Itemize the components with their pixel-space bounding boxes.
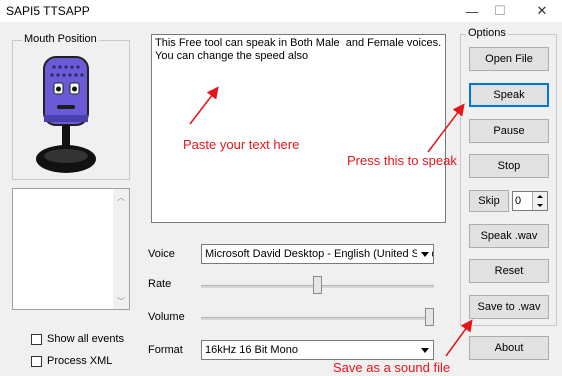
voice-label: Voice [148, 248, 175, 260]
skip-button[interactable]: Skip [469, 190, 509, 212]
close-button[interactable]: ✕ [524, 0, 560, 22]
reset-button[interactable]: Reset [469, 259, 549, 283]
volume-slider-thumb[interactable] [425, 308, 434, 326]
scroll-down-icon[interactable]: ﹀ [117, 296, 125, 307]
process-xml-label: Process XML [47, 355, 113, 367]
events-scrollbar[interactable] [113, 189, 129, 309]
options-label: Options [466, 27, 508, 39]
show-all-events-checkbox[interactable] [31, 334, 42, 345]
about-button[interactable]: About [469, 336, 549, 360]
microphone-character-icon [36, 56, 96, 173]
window-title: SAPI5 TTSAPP [6, 4, 90, 18]
stop-button[interactable]: Stop [469, 154, 549, 178]
annotation-paste-text: Paste your text here [183, 137, 300, 152]
save-to-wav-button[interactable]: Save to .wav [469, 295, 549, 319]
rate-label: Rate [148, 278, 172, 290]
format-label: Format [148, 344, 183, 356]
skip-count-input[interactable]: 0 [512, 191, 548, 211]
process-xml-checkbox[interactable] [31, 356, 42, 367]
voice-selected-value: Microsoft David Desktop - English (Unite… [205, 248, 434, 260]
format-selected-value: 16kHz 16 Bit Mono [205, 344, 298, 356]
maximize-button[interactable]: ☐ [482, 0, 518, 22]
spin-up-icon[interactable] [532, 192, 547, 201]
arrow-to-save-button [445, 319, 473, 357]
volume-slider-track[interactable] [201, 317, 434, 320]
format-select[interactable]: 16kHz 16 Bit Mono [201, 340, 434, 360]
scroll-up-icon[interactable]: ︿ [117, 192, 125, 203]
chevron-down-icon[interactable] [417, 246, 432, 262]
mouth-position-label: Mouth Position [22, 33, 99, 45]
text-input-area[interactable]: This Free tool can speak in Both Male an… [151, 34, 446, 223]
rate-slider-thumb[interactable] [313, 276, 322, 294]
spin-down-icon[interactable] [532, 201, 547, 210]
annotation-save-sound: Save as a sound file [333, 360, 451, 375]
show-all-events-label: Show all events [47, 333, 125, 345]
annotation-press-speak: Press this to speak [347, 153, 457, 168]
skip-count-value: 0 [515, 195, 522, 207]
speak-wav-button[interactable]: Speak .wav [469, 224, 549, 248]
speak-button[interactable]: Speak [469, 83, 549, 107]
pause-button[interactable]: Pause [469, 119, 549, 143]
voice-select[interactable]: Microsoft David Desktop - English (Unite… [201, 244, 434, 264]
volume-label: Volume [148, 311, 185, 323]
chevron-down-icon[interactable] [417, 342, 432, 358]
open-file-button[interactable]: Open File [469, 47, 549, 71]
